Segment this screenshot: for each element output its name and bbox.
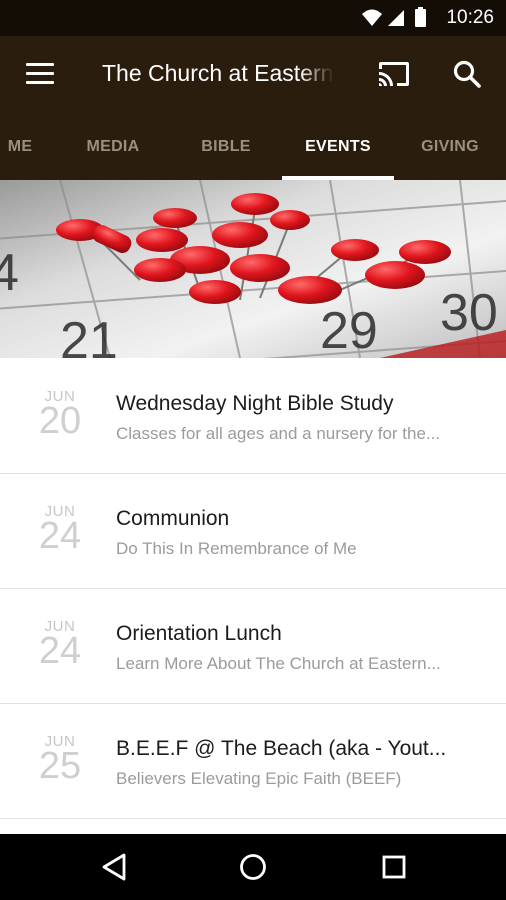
- signal-icon: [388, 10, 404, 26]
- event-item[interactable]: JUN 25 B.E.E.F @ The Beach (aka - Yout..…: [0, 703, 506, 819]
- back-icon[interactable]: [100, 852, 128, 882]
- tab-media[interactable]: MEDIA: [57, 114, 169, 180]
- hero-image: 4 21 29 30: [0, 180, 506, 358]
- wifi-icon: [362, 9, 382, 26]
- event-title: Wednesday Night Bible Study: [116, 392, 394, 415]
- event-day: 25: [38, 745, 82, 787]
- page-title: The Church at Eastern: [102, 60, 334, 86]
- tab-giving[interactable]: GIVING: [394, 114, 506, 180]
- status-time: 10:26: [446, 7, 494, 28]
- tab-bar: ME MEDIA BIBLE EVENTS GIVING: [0, 114, 506, 180]
- tab-bible[interactable]: BIBLE: [170, 114, 282, 180]
- battery-icon: [415, 7, 426, 27]
- event-subtitle: Do This In Remembrance of Me: [116, 539, 357, 558]
- event-item[interactable]: JUN 24 Orientation Lunch Learn More Abou…: [0, 588, 506, 704]
- svg-text:4: 4: [0, 244, 19, 302]
- cast-icon[interactable]: [377, 60, 411, 88]
- tab-home[interactable]: ME: [0, 114, 50, 180]
- recents-icon[interactable]: [381, 852, 407, 882]
- event-subtitle: Classes for all ages and a nursery for t…: [116, 424, 441, 443]
- event-item[interactable]: JUN 20 Wednesday Night Bible Study Class…: [0, 358, 506, 474]
- search-icon[interactable]: [452, 59, 482, 89]
- event-title: Orientation Lunch: [116, 622, 282, 645]
- svg-text:29: 29: [320, 302, 378, 358]
- event-subtitle: Learn More About The Church at Eastern..…: [116, 654, 441, 673]
- svg-text:30: 30: [440, 284, 498, 342]
- event-day: 24: [38, 515, 82, 557]
- event-day: 20: [38, 400, 82, 442]
- calendar-pushpins-image: 4 21 29 30: [0, 180, 506, 358]
- event-item[interactable]: JUN 24 Communion Do This In Remembrance …: [0, 473, 506, 589]
- tab-events[interactable]: EVENTS: [282, 114, 394, 180]
- system-nav-bar: [0, 834, 506, 900]
- status-icons: [362, 7, 426, 27]
- home-icon[interactable]: [238, 852, 268, 882]
- app-bar: The Church at Eastern: [0, 36, 506, 114]
- status-bar: 10:26: [0, 0, 506, 36]
- svg-text:21: 21: [60, 312, 118, 358]
- events-list: JUN 20 Wednesday Night Bible Study Class…: [0, 358, 506, 834]
- menu-icon[interactable]: [26, 63, 54, 85]
- event-subtitle: Believers Elevating Epic Faith (BEEF): [116, 769, 402, 788]
- event-day: 24: [38, 630, 82, 672]
- event-title: B.E.E.F @ The Beach (aka - Yout...: [116, 737, 447, 760]
- event-title: Communion: [116, 507, 230, 530]
